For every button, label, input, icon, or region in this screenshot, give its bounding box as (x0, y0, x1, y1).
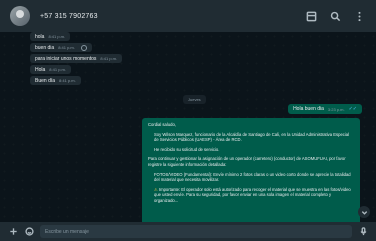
incoming-message[interactable]: buen dia 8:41 p.m. (30, 43, 92, 52)
message-text: hola (35, 33, 45, 40)
message-time: 8:41 p.m. (49, 67, 66, 72)
message-paragraph: He recibido su solicitud de servicio. (154, 146, 220, 152)
attachments-gallery-icon[interactable] (304, 9, 318, 23)
menu-icon[interactable] (352, 9, 366, 23)
message-time: 8:41 p.m. (100, 56, 118, 61)
message-composer (0, 222, 376, 241)
search-icon[interactable] (328, 9, 342, 23)
plus-icon[interactable] (8, 227, 18, 237)
outgoing-long-message[interactable]: Cordial saludo, Soy Wilson Marquez, func… (142, 118, 360, 222)
message-time: 8:41 p.m. (58, 45, 75, 50)
chat-header: +57 315 7902763 (0, 0, 376, 32)
scroll-down-button[interactable] (358, 206, 370, 218)
outgoing-message[interactable]: Hola buen dia 3:23 p.m. ✓✓ (288, 104, 362, 114)
message-input[interactable] (40, 225, 352, 238)
message-text: Hola buen dia (293, 106, 324, 112)
message-text: para iniciar unos momentos (35, 55, 97, 62)
contact-avatar[interactable] (10, 6, 30, 26)
message-text: Hola (35, 66, 46, 73)
date-separator: Jueves (183, 95, 206, 104)
contact-name[interactable]: +57 315 7902763 (40, 13, 98, 20)
message-paragraph: Soy Wilson Marquez, funcionario de la Al… (154, 131, 350, 143)
warning-text: Importante: El operador solo está autori… (154, 186, 351, 203)
message-paragraph: ⚠ Importante: El operador solo está auto… (148, 187, 354, 204)
message-paragraph: FOTOS/VIDEO (Fundamental): Envíe mínimo … (154, 171, 351, 183)
message-time: 8:41 p.m. (48, 34, 66, 39)
emoji-icon[interactable] (24, 227, 34, 237)
message-list[interactable]: hola 8:41 p.m. buen dia 8:41 p.m. para i… (0, 32, 376, 222)
incoming-message[interactable]: hola 8:41 p.m. (30, 32, 71, 41)
reaction-icon[interactable] (80, 44, 87, 51)
message-time: 8:41 p.m. (59, 78, 76, 83)
message-time: 3:23 p.m. (327, 106, 345, 112)
read-receipt-icon: ✓✓ (348, 106, 357, 112)
incoming-message[interactable]: Hola 8:41 p.m. (30, 65, 71, 74)
message-text: Buen día (35, 77, 56, 84)
message-greeting: Cordial saludo, (148, 122, 176, 127)
header-actions (304, 9, 366, 23)
message-text: buen dia (35, 44, 55, 51)
incoming-message[interactable]: para iniciar unos momentos 8:41 p.m. (30, 54, 123, 63)
message-paragraph: Para continuar y gestionar la asignación… (148, 156, 346, 167)
microphone-icon[interactable] (358, 227, 368, 237)
incoming-message[interactable]: Buen día 8:41 p.m. (30, 76, 81, 85)
